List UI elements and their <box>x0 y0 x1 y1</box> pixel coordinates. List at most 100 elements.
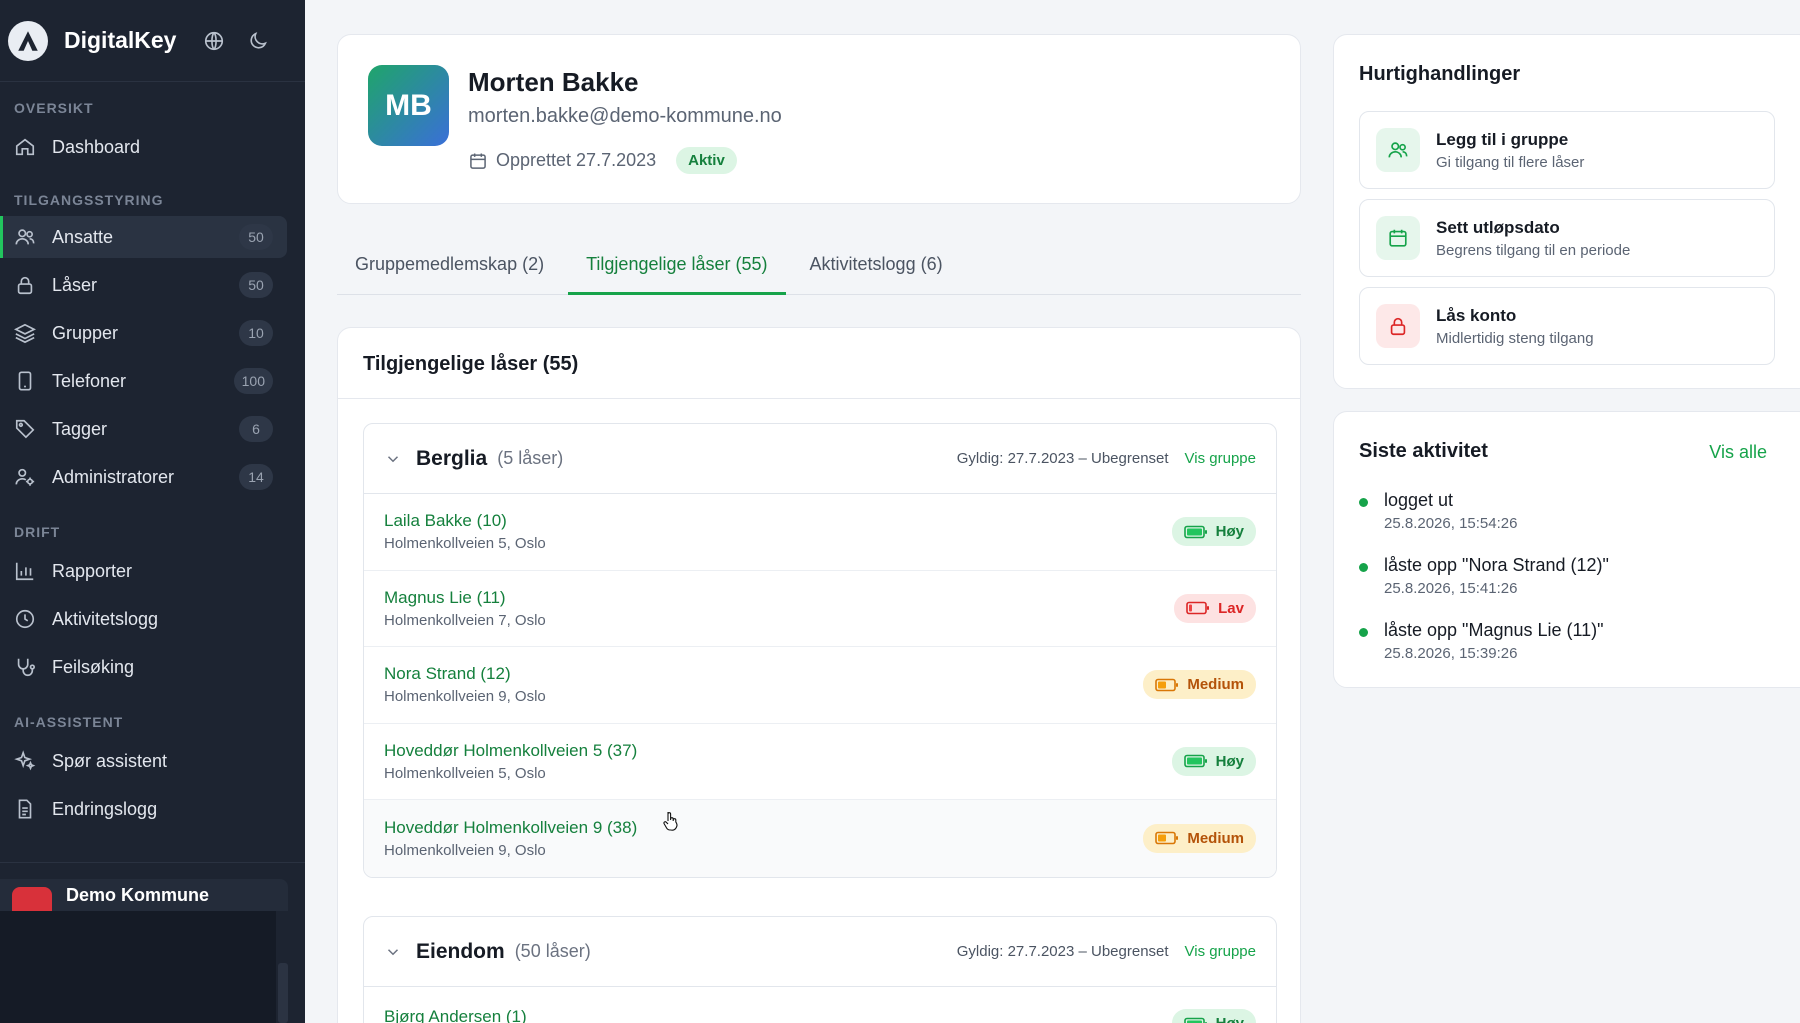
activity-time: 25.8.2026, 15:41:26 <box>1384 580 1518 597</box>
tab-bar: Gruppemedlemskap (2) Tilgjengelige låser… <box>337 240 1301 295</box>
status-dot <box>1359 628 1368 637</box>
lock-row[interactable]: Nora Strand (12) Holmenkollveien 9, Oslo… <box>364 647 1276 724</box>
sidebar-item-laser[interactable]: Låser 50 <box>0 264 287 306</box>
calendar-icon <box>1376 216 1420 260</box>
pointer-cursor-icon <box>663 812 678 831</box>
tab-gruppemedlemskap[interactable]: Gruppemedlemskap (2) <box>337 240 562 295</box>
users-icon <box>14 226 36 248</box>
users-icon <box>1376 128 1420 172</box>
action-description: Gi tilgang til flere låser <box>1436 153 1585 171</box>
lock-icon <box>14 274 36 296</box>
sidebar-item-label: Endringslogg <box>52 798 158 819</box>
calendar-icon <box>468 151 488 171</box>
sidebar-item-label: Låser <box>52 274 98 295</box>
lock-row[interactable]: Magnus Lie (11) Holmenkollveien 7, Oslo … <box>364 571 1276 647</box>
battery-label: Medium <box>1187 676 1244 694</box>
sidebar-item-aktivitetslogg[interactable]: Aktivitetslogg <box>0 598 287 640</box>
count-badge: 50 <box>239 224 273 250</box>
section-oversikt: OVERSIKT <box>14 100 94 116</box>
section-tilgangsstyring: TILGANGSSTYRING <box>14 192 164 208</box>
set-expiry-button[interactable]: Sett utløpsdato Begrens tilgang til en p… <box>1359 199 1775 277</box>
count-badge: 14 <box>239 464 273 490</box>
chevron-down-icon[interactable] <box>384 943 402 961</box>
lock-row[interactable]: Laila Bakke (10) Holmenkollveien 5, Oslo… <box>364 494 1276 571</box>
section-title: Siste aktivitet <box>1359 440 1488 462</box>
brand-header: DigitalKey <box>0 0 305 82</box>
home-icon <box>14 136 36 158</box>
sidebar-item-endringslogg[interactable]: Endringslogg <box>0 788 287 830</box>
sidebar-item-label: Dashboard <box>52 136 141 157</box>
section-title: Hurtighandlinger <box>1359 63 1521 85</box>
battery-full-icon <box>1183 754 1207 768</box>
sidebar: DigitalKey OVERSIKT Dashboard TILGANGSST… <box>0 0 305 1023</box>
app-logo[interactable] <box>8 20 48 61</box>
section-drift: DRIFT <box>14 524 61 540</box>
sidebar-item-telefoner[interactable]: Telefoner 100 <box>0 360 287 402</box>
sidebar-item-grupper[interactable]: Grupper 10 <box>0 312 287 354</box>
tab-tilgjengelige-laser[interactable]: Tilgjengelige låser (55) <box>568 240 786 295</box>
battery-badge: Høy <box>1171 1009 1256 1023</box>
org-dropdown-panel <box>0 911 276 1023</box>
app-name: DigitalKey <box>64 27 177 53</box>
lock-name-link[interactable]: Magnus Lie (11) <box>384 588 546 608</box>
view-group-link[interactable]: Vis gruppe <box>1185 943 1256 960</box>
lock-row[interactable]: Hoveddør Holmenkollveien 5 (37) Holmenko… <box>364 724 1276 800</box>
group-validity: Gyldig: 27.7.2023 – Ubegrenset <box>956 943 1169 960</box>
battery-medium-icon <box>1155 678 1179 692</box>
lock-address: Holmenkollveien 5, Oslo <box>384 535 546 553</box>
sidebar-item-administratorer[interactable]: Administratorer 14 <box>0 456 287 498</box>
count-badge: 50 <box>239 272 273 298</box>
clock-icon <box>14 608 36 630</box>
chevron-down-icon[interactable] <box>384 450 402 468</box>
action-label: Legg til i gruppe <box>1436 129 1569 149</box>
tab-aktivitetslogg[interactable]: Aktivitetslogg (6) <box>792 240 961 295</box>
sidebar-item-label: Feilsøking <box>52 656 135 677</box>
lock-name-link[interactable]: Hoveddør Holmenkollveien 9 (38) <box>384 818 637 838</box>
group-header[interactable]: Berglia (5 låser) Gyldig: 27.7.2023 – Ub… <box>364 424 1276 494</box>
status-badge: Aktiv <box>676 147 737 174</box>
lock-name-link[interactable]: Laila Bakke (10) <box>384 511 546 531</box>
sidebar-item-feilsoking[interactable]: Feilsøking <box>0 646 287 688</box>
battery-label: Høy <box>1215 752 1244 770</box>
created-date: Opprettet 27.7.2023 <box>496 150 657 170</box>
view-group-link[interactable]: Vis gruppe <box>1185 450 1256 467</box>
activity-time: 25.8.2026, 15:54:26 <box>1384 515 1518 532</box>
battery-medium-icon <box>1155 831 1179 845</box>
lock-account-button[interactable]: Lås konto Midlertidig steng tilgang <box>1359 287 1775 365</box>
group-header[interactable]: Eiendom (50 låser) Gyldig: 27.7.2023 – U… <box>364 917 1276 987</box>
lock-name-link[interactable]: Hoveddør Holmenkollveien 5 (37) <box>384 741 637 761</box>
battery-label: Medium <box>1187 829 1244 847</box>
sidebar-item-spor-assistent[interactable]: Spør assistent <box>0 740 287 782</box>
org-switcher[interactable]: DK Demo Kommune <box>0 879 288 927</box>
group-count: (50 låser) <box>514 941 591 961</box>
lock-icon <box>1376 304 1420 348</box>
sidebar-item-label: Aktivitetslogg <box>52 608 159 629</box>
sidebar-item-tagger[interactable]: Tagger 6 <box>0 408 287 450</box>
view-all-link[interactable]: Vis alle <box>1709 442 1767 463</box>
lock-row[interactable]: Bjørg Andersen (1) Høy <box>364 987 1276 1023</box>
lock-row[interactable]: Hoveddør Holmenkollveien 9 (38) Holmenko… <box>364 800 1276 877</box>
sidebar-item-dashboard[interactable]: Dashboard <box>0 126 287 168</box>
stethoscope-icon <box>14 656 36 678</box>
lock-group-eiendom: Eiendom (50 låser) Gyldig: 27.7.2023 – U… <box>363 916 1277 1023</box>
lock-address: Holmenkollveien 9, Oslo <box>384 841 546 859</box>
globe-icon[interactable] <box>203 30 225 52</box>
add-to-group-button[interactable]: Legg til i gruppe Gi tilgang til flere l… <box>1359 111 1775 189</box>
lock-name-link[interactable]: Bjørg Andersen (1) <box>384 1007 527 1023</box>
status-dot <box>1359 498 1368 507</box>
sidebar-item-label: Ansatte <box>52 226 114 247</box>
action-label: Sett utløpsdato <box>1436 217 1560 237</box>
sidebar-item-rapporter[interactable]: Rapporter <box>0 550 287 592</box>
activity-item: låste opp "Nora Strand (12)" 25.8.2026, … <box>1359 555 1609 597</box>
battery-badge: Medium <box>1143 670 1256 700</box>
sidebar-item-ansatte[interactable]: Ansatte 50 <box>0 216 287 258</box>
moon-icon[interactable] <box>247 30 269 52</box>
activity-time: 25.8.2026, 15:39:26 <box>1384 645 1518 662</box>
profile-card: MB Morten Bakke morten.bakke@demo-kommun… <box>337 34 1301 204</box>
battery-badge: Medium <box>1143 823 1256 853</box>
lock-name-link[interactable]: Nora Strand (12) <box>384 664 546 684</box>
action-description: Begrens tilgang til en periode <box>1436 241 1631 259</box>
scrollbar[interactable] <box>278 963 288 1023</box>
document-icon <box>14 798 36 820</box>
profile-name: Morten Bakke <box>468 67 639 97</box>
